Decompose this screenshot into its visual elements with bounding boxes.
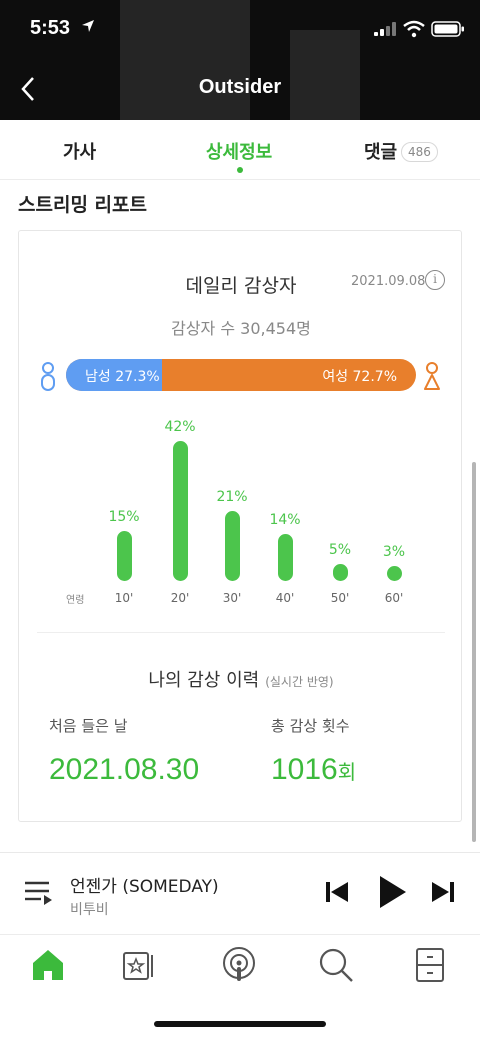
age-tick-label: 30' [222, 591, 242, 605]
total-plays-label: 총 감상 횟수 [271, 717, 350, 735]
female-ratio-label: 여성 72.7% [322, 369, 397, 385]
age-tick-label: 10' [114, 591, 134, 605]
age-bar-label: 5% [328, 542, 352, 559]
podcast-icon[interactable] [219, 945, 259, 985]
listener-count: 감상자 수 30,454명 [171, 319, 311, 338]
age-bar [386, 566, 402, 581]
age-bar-label: 3% [382, 544, 406, 560]
tab-details[interactable]: 상세정보 [206, 138, 272, 164]
gender-ratio-bar: 남성 27.3% 여성 72.7% [66, 359, 416, 391]
male-icon [41, 362, 55, 391]
location-arrow-icon [82, 20, 94, 32]
report-date: 2021.09.08 [351, 274, 426, 289]
female-icon [424, 362, 440, 390]
status-bar: 5:53 [0, 0, 480, 56]
male-ratio-label: 남성 27.3% [85, 369, 160, 385]
signal-icon [374, 22, 396, 36]
tab-lyrics[interactable]: 가사 [63, 138, 96, 164]
search-icon[interactable] [316, 945, 356, 985]
total-plays-number: 1016 [271, 753, 338, 786]
status-time: 5:53 [30, 17, 71, 39]
header: 5:53 Outsider [0, 0, 480, 120]
age-bar [116, 531, 132, 581]
age-tick-label: 20' [170, 591, 190, 605]
mini-player[interactable]: 언젠가 (SOMEDAY) 비투비 [0, 852, 480, 934]
age-bar [332, 564, 348, 581]
wifi-icon [403, 20, 425, 38]
library-icon[interactable] [118, 945, 158, 985]
first-listen-date: 2021.08.30 [49, 753, 200, 786]
first-listen-label: 처음 들은 날 [49, 717, 128, 735]
prev-icon[interactable] [324, 879, 350, 905]
age-bar-label: 21% [216, 489, 248, 505]
next-icon[interactable] [430, 879, 456, 905]
age-distribution-chart: 연령 15% 10' 42% 20' 21% 30' 14% 40' 5% 50' 3% 60' [19, 411, 463, 611]
comment-count-badge: 486 [401, 142, 438, 162]
history-subtitle: (실시간 반영) [265, 675, 334, 689]
page-title: Outsider [198, 76, 282, 98]
section-title: 스트리밍 리포트 [18, 194, 147, 216]
age-axis-label: 연령 [66, 595, 85, 606]
total-plays-value: 1016회 [271, 753, 356, 787]
age-bar-label: 14% [269, 512, 301, 529]
age-bar-label: 42% [164, 419, 196, 435]
age-bar [172, 441, 188, 581]
age-bar [277, 534, 293, 581]
info-icon[interactable]: i [425, 270, 445, 290]
battery-icon [431, 21, 464, 37]
age-bar [224, 511, 240, 581]
age-bar-label: 15% [108, 509, 140, 525]
divider [37, 632, 445, 633]
queue-icon[interactable] [24, 879, 54, 907]
age-tick-label: 50' [330, 591, 350, 605]
history-title-text: 나의 감상 이력 [148, 670, 260, 691]
total-plays-unit: 회 [337, 762, 357, 784]
active-tab-indicator [237, 167, 243, 173]
age-tick-label: 40' [275, 591, 295, 605]
age-tick-label: 60' [384, 591, 404, 605]
home-icon[interactable] [28, 945, 68, 985]
tab-comments[interactable]: 댓글 [364, 138, 397, 164]
streaming-report-card: 데일리 감상자 2021.09.08 i 감상자 수 30,454명 남성 27… [18, 230, 462, 822]
song-artist[interactable]: 비투비 [70, 899, 109, 919]
home-indicator [154, 1021, 326, 1027]
play-icon[interactable] [376, 874, 408, 910]
history-title: 나의 감상 이력 (실시간 반영) [19, 666, 463, 692]
storage-icon[interactable] [410, 945, 450, 985]
song-title[interactable]: 언젠가 (SOMEDAY) [70, 872, 219, 897]
scrollbar[interactable] [472, 462, 476, 842]
